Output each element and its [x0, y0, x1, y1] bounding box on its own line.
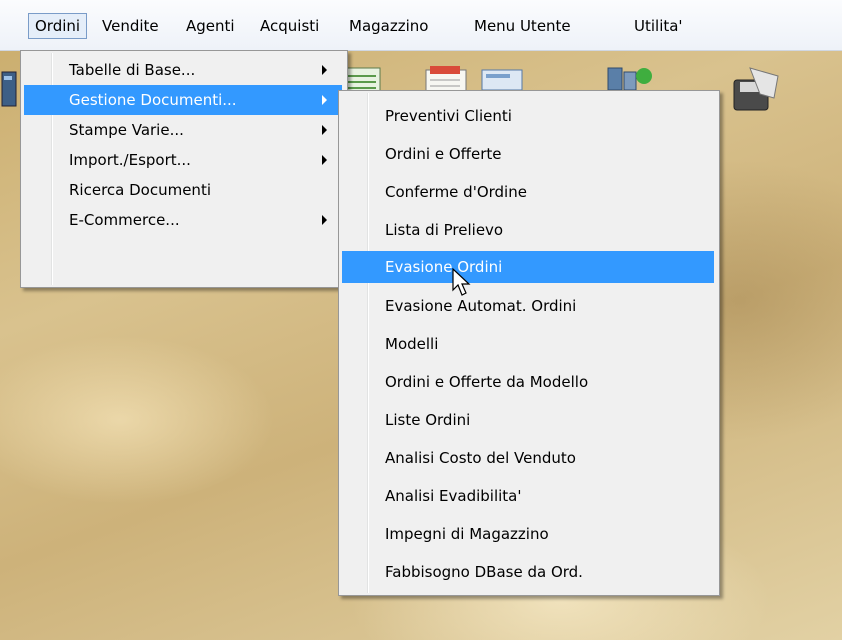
menu-item-label: Conferme d'Ordine — [385, 183, 527, 201]
menu-item-label: Gestione Documenti... — [69, 91, 237, 109]
menu-magazzino[interactable]: Magazzino — [343, 14, 434, 38]
submenu-arrow-icon — [322, 95, 327, 105]
menu-item-label: E-Commerce... — [69, 211, 180, 229]
menu-item-impegni-di-magazzino[interactable]: Impegni di Magazzino — [342, 519, 714, 549]
menu-item-analisi-evadibilita[interactable]: Analisi Evadibilita' — [342, 481, 714, 511]
menu-item-import-esport[interactable]: Import./Esport... — [24, 145, 342, 175]
menu-item-label: Preventivi Clienti — [385, 107, 512, 125]
menu-item-label: Evasione Automat. Ordini — [385, 297, 577, 315]
menu-item-conferme-ordine[interactable]: Conferme d'Ordine — [342, 177, 714, 207]
menu-agenti[interactable]: Agenti — [180, 14, 241, 38]
menu-item-label: Tabelle di Base... — [69, 61, 196, 79]
menu-item-label: Lista di Prelievo — [385, 221, 504, 239]
menu-item-liste-ordini[interactable]: Liste Ordini — [342, 405, 714, 435]
submenu-arrow-icon — [322, 215, 327, 225]
menu-item-label: Evasione Ordini — [385, 258, 503, 276]
save-disk-icon[interactable] — [730, 64, 782, 116]
menu-vendite[interactable]: Vendite — [96, 14, 165, 38]
menu-item-label: Stampe Varie... — [69, 121, 184, 139]
menu-item-label: Ricerca Documenti — [69, 181, 211, 199]
menu-item-modelli[interactable]: Modelli — [342, 329, 714, 359]
menu-item-label: Liste Ordini — [385, 411, 471, 429]
ordini-dropdown: Tabelle di Base... Gestione Documenti...… — [20, 50, 348, 288]
menu-utente[interactable]: Menu Utente — [468, 14, 577, 38]
menu-item-gestione-documenti[interactable]: Gestione Documenti... — [24, 85, 342, 115]
mouse-pointer-icon — [452, 268, 471, 296]
menu-item-label: Modelli — [385, 335, 439, 353]
menu-acquisti[interactable]: Acquisti — [254, 14, 325, 38]
menu-item-label: Ordini e Offerte da Modello — [385, 373, 589, 391]
menu-item-label: Impegni di Magazzino — [385, 525, 549, 543]
menu-item-ricerca-documenti[interactable]: Ricerca Documenti — [24, 175, 342, 205]
menu-item-label: Ordini e Offerte — [385, 145, 502, 163]
menu-item-label: Fabbisogno DBase da Ord. — [385, 563, 583, 581]
submenu-arrow-icon — [322, 65, 327, 75]
menu-item-ordini-e-offerte[interactable]: Ordini e Offerte — [342, 139, 714, 169]
submenu-arrow-icon — [322, 155, 327, 165]
menu-ordini[interactable]: Ordini — [28, 13, 88, 39]
menu-item-fabbisogno-dbase[interactable]: Fabbisogno DBase da Ord. — [342, 557, 714, 587]
menu-item-tabelle-di-base[interactable]: Tabelle di Base... — [24, 55, 342, 85]
menu-item-e-commerce[interactable]: E-Commerce... — [24, 205, 342, 235]
menu-item-evasione-automat-ordini[interactable]: Evasione Automat. Ordini — [342, 291, 714, 321]
menu-item-label: Analisi Evadibilita' — [385, 487, 522, 505]
menu-bar: Ordini Vendite Agenti Acquisti Magazzino… — [0, 0, 842, 51]
menu-item-ordini-offerte-da-modello[interactable]: Ordini e Offerte da Modello — [342, 367, 714, 397]
menu-item-label: Import./Esport... — [69, 151, 191, 169]
menu-item-label: Analisi Costo del Venduto — [385, 449, 576, 467]
gestione-documenti-submenu: Preventivi Clienti Ordini e Offerte Conf… — [338, 90, 720, 596]
menu-item-preventivi-clienti[interactable]: Preventivi Clienti — [342, 101, 714, 131]
submenu-arrow-icon — [322, 125, 327, 135]
menu-item-evasione-ordini[interactable]: Evasione Ordini — [342, 251, 714, 283]
menu-item-lista-di-prelievo[interactable]: Lista di Prelievo — [342, 215, 714, 245]
menu-item-analisi-costo-venduto[interactable]: Analisi Costo del Venduto — [342, 443, 714, 473]
menu-utilita[interactable]: Utilita' — [628, 14, 689, 38]
menu-item-stampe-varie[interactable]: Stampe Varie... — [24, 115, 342, 145]
